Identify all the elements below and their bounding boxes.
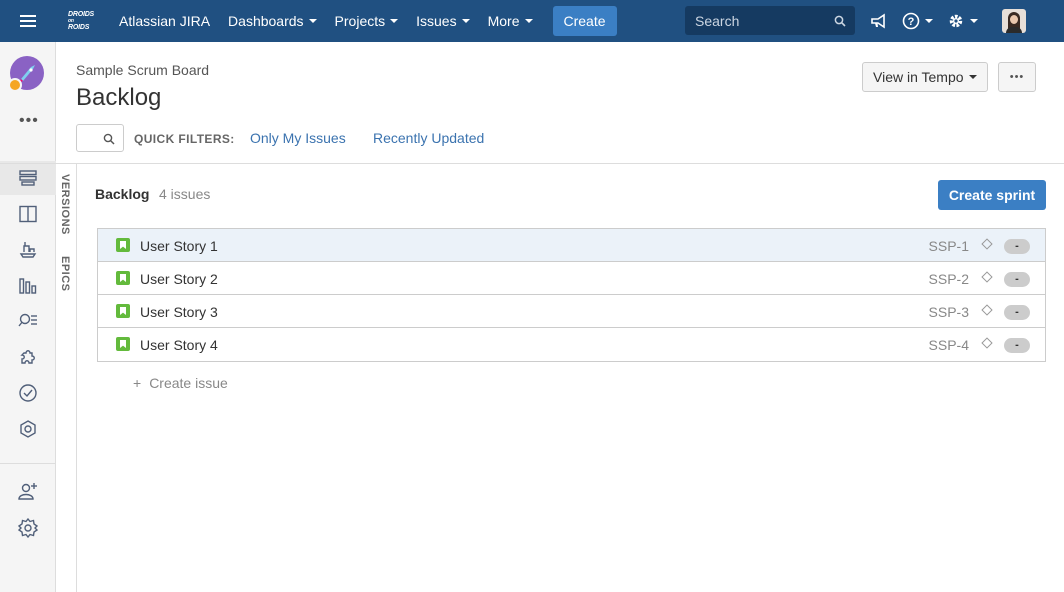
create-issue-link[interactable]: + Create issue [133, 375, 228, 391]
chevron-down-icon [461, 19, 470, 23]
nav-dashboards[interactable]: Dashboards [219, 0, 326, 42]
filter-search-input[interactable] [76, 124, 124, 152]
sidebar-item-reports[interactable] [0, 268, 56, 302]
table-row[interactable]: User Story 3 SSP-3 - [98, 295, 1045, 328]
chevron-down-icon [524, 19, 533, 23]
reports-icon [19, 278, 37, 294]
releases-icon [19, 242, 37, 258]
issue-key[interactable]: SSP-1 [929, 238, 969, 254]
table-row[interactable]: User Story 2 SSP-2 - [98, 262, 1045, 295]
project-sidebar: ••• [0, 42, 56, 592]
sidebar-divider [0, 463, 56, 464]
project-status-dot [8, 78, 22, 92]
table-row[interactable]: User Story 4 SSP-4 - [98, 328, 1045, 361]
plus-icon: + [133, 375, 142, 391]
board-icon [19, 205, 37, 223]
estimate-badge: - [1004, 338, 1030, 353]
more-icon[interactable]: ••• [19, 112, 39, 130]
filter-only-my-issues[interactable]: Only My Issues [250, 130, 346, 146]
search-input[interactable]: Search [685, 6, 855, 35]
top-right-icons: ? [870, 0, 1026, 42]
tab-versions[interactable]: VERSIONS [59, 174, 71, 235]
estimate-badge: - [1004, 305, 1030, 320]
addons-icon [20, 420, 36, 438]
issues-search-icon [18, 313, 37, 327]
create-sprint-button[interactable]: Create sprint [938, 180, 1046, 210]
priority-icon [981, 304, 993, 316]
gear-icon[interactable] [947, 12, 978, 30]
priority-icon [981, 337, 993, 349]
sidebar-item-releases[interactable] [0, 232, 56, 266]
tab-epics[interactable]: EPICS [59, 256, 71, 292]
svg-text:?: ? [908, 16, 915, 28]
issue-summary: User Story 2 [140, 271, 218, 287]
nav-projects[interactable]: Projects [326, 0, 408, 42]
chevron-down-icon [925, 19, 933, 23]
estimate-badge: - [1004, 272, 1030, 287]
sidebar-item-board[interactable] [0, 197, 56, 231]
issue-key[interactable]: SSP-2 [929, 271, 969, 287]
create-button[interactable]: Create [552, 6, 617, 36]
filter-recently-updated[interactable]: Recently Updated [373, 130, 484, 146]
components-icon [20, 350, 35, 364]
tempo-icon [19, 384, 37, 402]
app-name-link[interactable]: Atlassian JIRA [110, 0, 219, 42]
chevron-down-icon [970, 19, 978, 23]
story-icon [116, 337, 130, 351]
help-icon[interactable]: ? [902, 12, 933, 30]
priority-icon [981, 271, 993, 283]
breadcrumb[interactable]: Sample Scrum Board [76, 62, 209, 78]
add-people-icon [18, 483, 37, 500]
sidebar-item-components[interactable] [0, 340, 56, 374]
sidebar-item-addons[interactable] [0, 412, 56, 446]
sidebar-item-add-people[interactable] [0, 474, 56, 508]
search-icon [834, 15, 846, 27]
issue-summary: User Story 4 [140, 337, 218, 353]
sidebar-item-settings[interactable] [0, 511, 56, 545]
menu-icon[interactable] [0, 0, 56, 42]
user-avatar[interactable] [1002, 9, 1026, 33]
quick-filters-label: QUICK FILTERS: [134, 132, 235, 146]
issue-summary: User Story 3 [140, 304, 218, 320]
company-logo[interactable]: DROIDS on ROIDS [68, 6, 108, 36]
more-actions-button[interactable]: ••• [998, 62, 1036, 92]
sidebar-item-tempo[interactable] [0, 376, 56, 410]
chevron-down-icon [390, 19, 399, 23]
issue-summary: User Story 1 [140, 238, 218, 254]
story-icon [116, 238, 130, 252]
backlog-heading: Backlog [95, 186, 150, 202]
view-in-tempo-button[interactable]: View in Tempo [862, 62, 988, 92]
nav-issues[interactable]: Issues [407, 0, 478, 42]
issue-list: User Story 1 SSP-1 - User Story 2 SSP-2 … [97, 228, 1046, 362]
vertical-tabs: VERSIONS EPICS [56, 164, 77, 592]
issue-key[interactable]: SSP-4 [929, 337, 969, 353]
priority-icon [981, 238, 993, 250]
page-title: Backlog [76, 84, 162, 111]
megaphone-icon[interactable] [870, 13, 888, 29]
settings-icon [17, 517, 39, 539]
story-icon [116, 271, 130, 285]
search-icon [103, 133, 115, 145]
table-row[interactable]: User Story 1 SSP-1 - [98, 229, 1045, 262]
header-divider [0, 163, 1064, 164]
sidebar-item-backlog[interactable] [0, 161, 56, 195]
story-icon [116, 304, 130, 318]
issue-count: 4 issues [159, 186, 211, 202]
nav-more[interactable]: More [479, 0, 542, 42]
chevron-down-icon [968, 75, 977, 79]
estimate-badge: - [1004, 239, 1030, 254]
backlog-icon [19, 170, 37, 186]
issue-key[interactable]: SSP-3 [929, 304, 969, 320]
sidebar-item-issues[interactable] [0, 304, 56, 338]
chevron-down-icon [308, 19, 317, 23]
